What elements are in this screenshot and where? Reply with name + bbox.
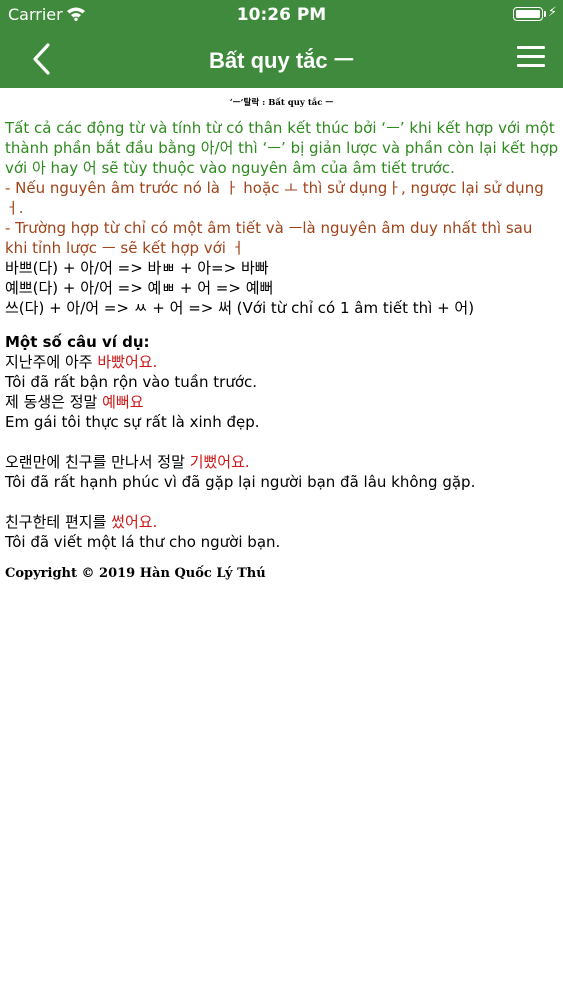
charging-bolt-icon: ⚡ xyxy=(547,5,557,20)
korean-sentence: 친구한테 편지를 썼어요. xyxy=(5,513,158,531)
korean-sentence: 지난주에 아주 바빴어요. xyxy=(5,353,158,371)
status-bar: Carrier 10:26 PM ⚡ xyxy=(0,0,563,30)
document-title: ‘ㅡ’탈락 : Bất quy tắc ㅡ xyxy=(229,98,334,108)
intro-line: Tất cả các động từ và tính từ có thân kế… xyxy=(5,119,555,137)
conjugation-example: 예쁘(다) + 아/어 => 예ㅃ + 어 => 예뻐 xyxy=(5,279,274,297)
intro-line: với 아 hay 어 sẽ tùy thuộc vào nguyên âm c… xyxy=(5,159,455,177)
navigation-bar: Bất quy tắc ㅡ xyxy=(0,30,563,88)
status-time: 10:26 PM xyxy=(236,5,327,25)
vietnamese-translation: Tôi đã rất bận rộn vào tuần trước. xyxy=(5,373,258,391)
hamburger-menu-icon[interactable] xyxy=(517,46,545,68)
lesson-content: ‘ㅡ’탈락 : Bất quy tắc ㅡ Tất cả các động từ… xyxy=(5,96,558,581)
rule-line: ㅓ. xyxy=(5,199,24,217)
examples-heading: Một số câu ví dụ: xyxy=(5,333,150,351)
rule-line: - Trường hợp từ chỉ có một âm tiết và ㅡl… xyxy=(5,219,533,237)
rule-line: khi tỉnh lược ㅡ sẽ kết hợp với ㅓ xyxy=(5,239,245,257)
page-title: Bất quy tắc ㅡ xyxy=(209,48,354,73)
korean-sentence: 오랜만에 친구를 만나서 정말 기뻤어요. xyxy=(5,453,250,471)
conjugation-example: 바쁘(다) + 아/어 => 바ㅃ + 아=> 바빠 xyxy=(5,259,269,277)
highlighted-verb: 기뻤어요. xyxy=(189,453,250,471)
rule-line: - Nếu nguyên âm trước nó là ㅏ hoặc ㅗ thì… xyxy=(5,179,544,197)
copyright-notice: Copyright © 2019 Hàn Quốc Lý Thú xyxy=(5,566,266,581)
vietnamese-translation: Em gái tôi thực sự rất là xinh đẹp. xyxy=(5,413,260,431)
battery-icon xyxy=(513,7,546,21)
highlighted-verb: 썼어요. xyxy=(111,513,158,531)
korean-sentence: 제 동생은 정말 예뻐요 xyxy=(5,393,144,411)
highlighted-verb: 예뻐요 xyxy=(102,393,144,411)
vietnamese-translation: Tôi đã viết một lá thư cho người bạn. xyxy=(5,533,281,551)
highlighted-verb: 바빴어요. xyxy=(97,353,158,371)
vietnamese-translation: Tôi đã rất hạnh phúc vì đã gặp lại người… xyxy=(5,473,476,491)
conjugation-example: 쓰(다) + 아/어 => ㅆ + 어 => 써 (Với từ chỉ có … xyxy=(5,299,475,317)
intro-line: thành phần bắt đầu bằng 아/어 thì ‘ㅡ’ bị g… xyxy=(5,139,559,157)
